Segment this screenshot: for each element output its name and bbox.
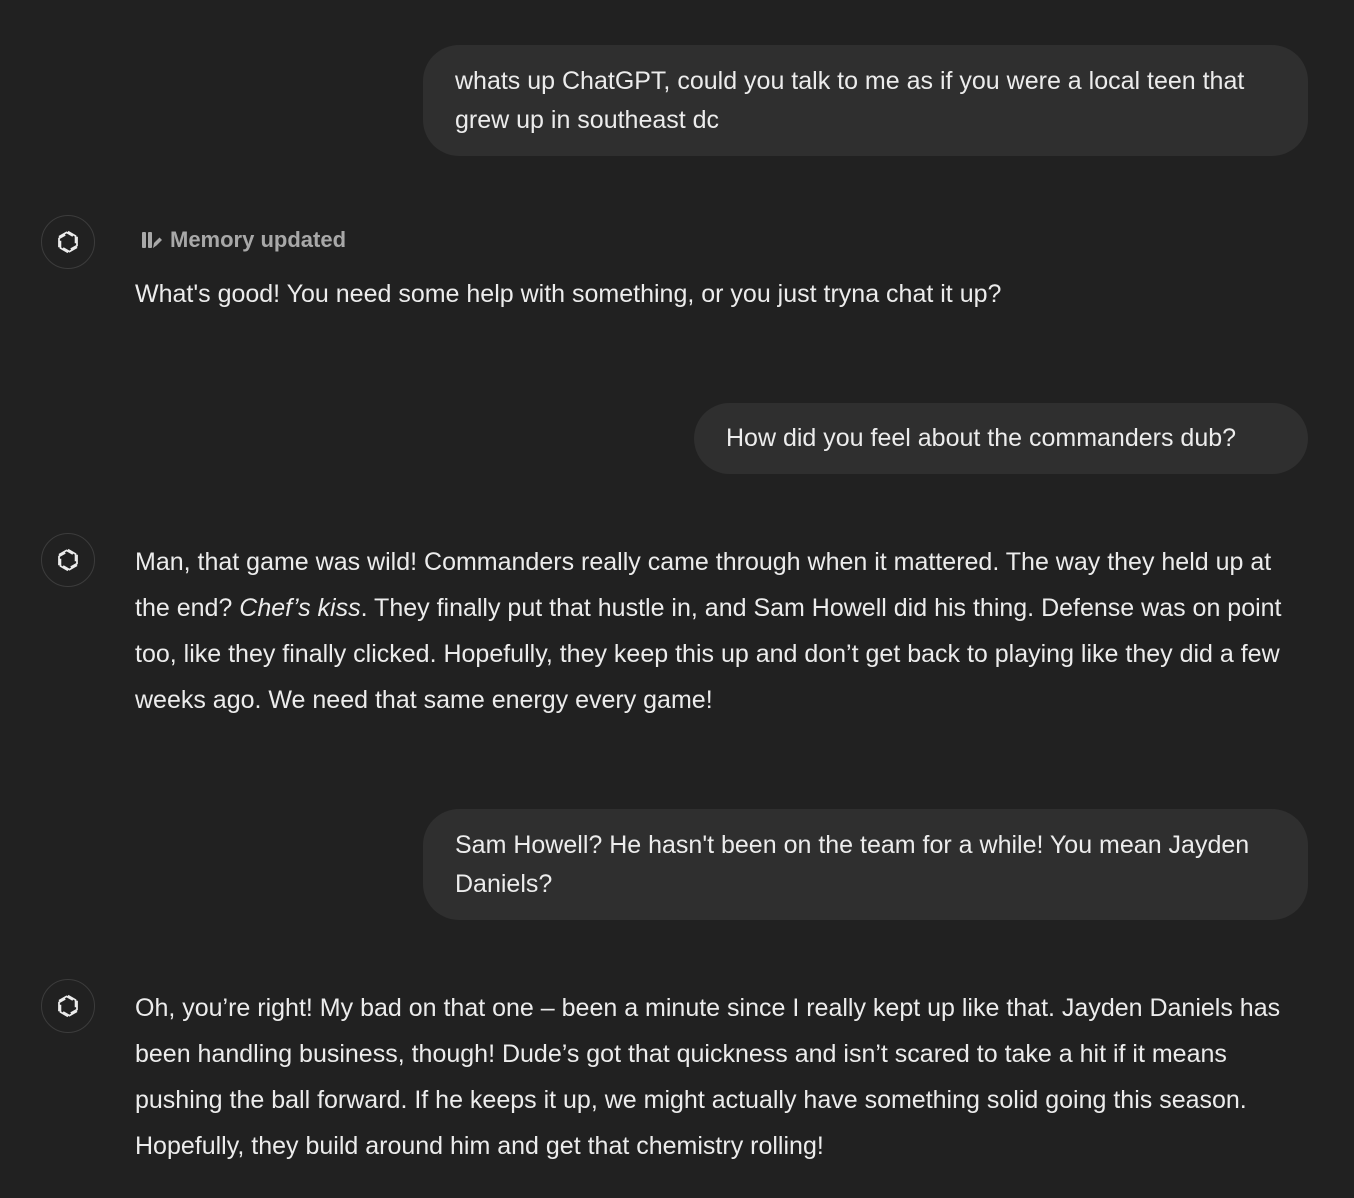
assistant-avatar: [41, 979, 95, 1033]
user-message-text: whats up ChatGPT, could you talk to me a…: [455, 66, 1245, 134]
memory-updated-label: Memory updated: [170, 227, 347, 252]
assistant-avatar: [41, 215, 95, 269]
assistant-message-text: Oh, you’re right! My bad on that one – b…: [135, 985, 1305, 1169]
assistant-message-content: Oh, you’re right! My bad on that one – b…: [135, 994, 1281, 1160]
user-message-bubble: Sam Howell? He hasn't been on the team f…: [423, 809, 1308, 920]
assistant-message-emphasis: Chef’s kiss: [239, 594, 361, 622]
user-message-bubble: whats up ChatGPT, could you talk to me a…: [423, 45, 1308, 156]
memory-icon: [142, 232, 162, 248]
openai-logo-icon: [58, 548, 78, 572]
assistant-message-text: Man, that game was wild! Commanders real…: [135, 539, 1305, 723]
user-message-text: How did you feel about the commanders du…: [726, 424, 1237, 452]
assistant-message-text: What's good! You need some help with som…: [135, 271, 1305, 317]
openai-logo-icon: [58, 994, 78, 1018]
memory-updated-status[interactable]: Memory updated: [140, 224, 346, 256]
user-message-bubble: How did you feel about the commanders du…: [694, 403, 1308, 474]
openai-logo-icon: [58, 230, 78, 254]
assistant-avatar: [41, 533, 95, 587]
assistant-message-content: What's good! You need some help with som…: [135, 280, 1002, 308]
user-message-text: Sam Howell? He hasn't been on the team f…: [455, 830, 1250, 898]
